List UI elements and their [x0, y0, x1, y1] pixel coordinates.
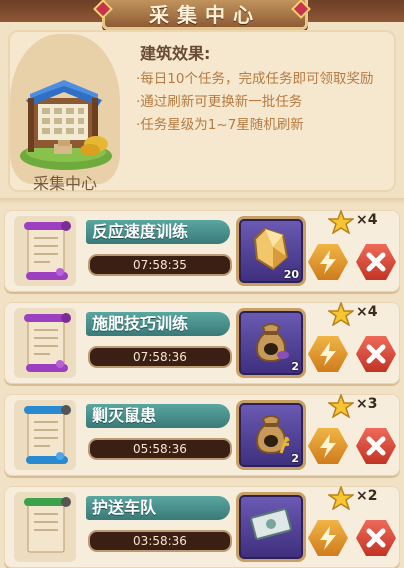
lightning-icon: [320, 250, 336, 274]
divider: [0, 198, 404, 204]
task-timer: 07:58:36: [88, 346, 232, 368]
star-count: ×4: [356, 304, 378, 320]
cancel-button[interactable]: [356, 244, 396, 280]
close-icon: [366, 528, 386, 548]
star-icon: [328, 486, 354, 510]
effects-title: 建筑效果:: [140, 44, 211, 63]
effect-line: ·通过刷新可更换新一批任务: [136, 94, 303, 110]
star-count: ×2: [356, 488, 378, 504]
task-name: 剿灭鼠患: [86, 404, 230, 428]
reward-slot[interactable]: 20: [236, 216, 306, 286]
reward-count: 2: [291, 360, 299, 373]
scroll-icon: [24, 221, 71, 280]
star-count: ×3: [356, 396, 378, 412]
effect-line: ·每日10个任务，完成任务即可领取奖励: [136, 71, 374, 87]
refresh-button[interactable]: [308, 520, 348, 556]
lightning-icon: [320, 342, 336, 366]
building-icon: [20, 80, 112, 170]
star-icon: [328, 302, 354, 326]
star-icon: [328, 210, 354, 234]
reward-slot[interactable]: 2: [236, 308, 306, 378]
cancel-button[interactable]: [356, 428, 396, 464]
cancel-button[interactable]: [356, 336, 396, 372]
star-rating: ×4: [326, 302, 386, 328]
task-name: 反应速度训练: [86, 220, 230, 244]
lightning-icon: [320, 434, 336, 458]
task-timer: 03:58:36: [88, 530, 232, 552]
reward-slot[interactable]: 2: [236, 400, 306, 470]
star-icon: [328, 394, 354, 418]
crystal-icon: [253, 227, 289, 271]
star-rating: ×4: [326, 210, 386, 236]
reward-count: 2: [291, 452, 299, 465]
scroll-icon: [24, 497, 71, 553]
lightning-icon: [320, 526, 336, 550]
reward-slot[interactable]: [236, 492, 306, 562]
close-icon: [366, 436, 386, 456]
close-icon: [366, 252, 386, 272]
reward-count: 20: [283, 268, 299, 281]
task-row[interactable]: 施肥技巧训练 07:58:36 2 ×4: [4, 302, 400, 384]
grain-bag-icon: [255, 415, 290, 455]
scroll-icon: [24, 405, 71, 464]
cancel-button[interactable]: [356, 520, 396, 556]
task-timer: 07:58:35: [88, 254, 232, 276]
seed-bag-icon: [255, 323, 289, 363]
task-timer: 05:58:36: [88, 438, 232, 460]
task-row[interactable]: 护送车队 03:58:36 ×2: [4, 486, 400, 568]
task-row[interactable]: 剿灭鼠患 05:58:36 2 ×3: [4, 394, 400, 476]
page-title: 采集中心: [149, 3, 261, 27]
refresh-button[interactable]: [308, 244, 348, 280]
refresh-button[interactable]: [308, 428, 348, 464]
task-name: 护送车队: [86, 496, 230, 520]
star-rating: ×3: [326, 394, 386, 420]
title-plate: 采集中心: [102, 0, 308, 30]
effect-line: ·任务星级为1~7星随机刷新: [136, 117, 304, 133]
banknote-icon: [250, 508, 292, 540]
task-row[interactable]: 反应速度训练 07:58:35 20 ×4: [4, 210, 400, 292]
star-count: ×4: [356, 212, 378, 228]
scroll-icon: [24, 313, 71, 372]
refresh-button[interactable]: [308, 336, 348, 372]
task-name: 施肥技巧训练: [86, 312, 230, 336]
star-rating: ×2: [326, 486, 386, 512]
close-icon: [366, 344, 386, 364]
building-name: 采集中心: [32, 174, 97, 193]
